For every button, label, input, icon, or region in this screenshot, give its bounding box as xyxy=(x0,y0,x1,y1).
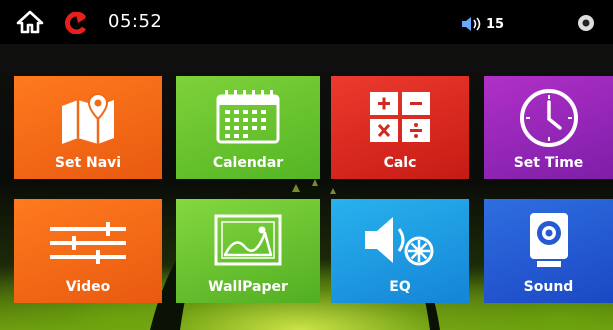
tile-wallpaper[interactable]: WallPaper xyxy=(176,199,320,303)
volume-icon xyxy=(462,17,481,31)
tile-calendar[interactable]: Calendar xyxy=(176,76,320,179)
tile-calc[interactable]: Calc xyxy=(331,76,469,179)
tile-video[interactable]: Video xyxy=(14,199,162,303)
calculator-icon xyxy=(370,92,430,142)
tile-set-navi[interactable]: Set Navi xyxy=(14,76,162,179)
tile-sound[interactable]: Sound xyxy=(484,199,613,303)
tile-eq[interactable]: EQ xyxy=(331,199,469,303)
tile-label: Set Navi xyxy=(54,155,122,171)
tile-label: EQ xyxy=(389,279,411,295)
clock-icon xyxy=(519,89,578,147)
status-bar: 05:52 15 xyxy=(0,0,613,44)
tile-label: Video xyxy=(65,279,111,295)
speaker-eq-icon xyxy=(365,217,434,266)
map-icon xyxy=(62,92,114,144)
tile-set-time[interactable]: Set Time xyxy=(484,76,613,179)
settings-icon[interactable] xyxy=(577,14,595,32)
tile-label: Sound xyxy=(523,279,574,295)
clock-time: 05:52 xyxy=(108,11,163,32)
home-icon[interactable] xyxy=(16,10,44,34)
tile-label: Calc xyxy=(383,155,417,171)
tile-label: Calendar xyxy=(212,155,284,171)
volume-indicator[interactable]: 15 xyxy=(460,16,504,32)
calendar-icon xyxy=(216,90,280,144)
tile-label: Set Time xyxy=(513,155,584,171)
home-screen: 05:52 15 Set Navi Calendar Calc Set Time… xyxy=(0,0,613,330)
back-icon[interactable] xyxy=(62,12,88,34)
volume-level: 15 xyxy=(486,16,505,32)
sliders-icon xyxy=(50,222,126,264)
picture-icon xyxy=(214,214,282,266)
speaker-box-icon xyxy=(529,213,568,267)
tile-label: WallPaper xyxy=(208,279,288,295)
